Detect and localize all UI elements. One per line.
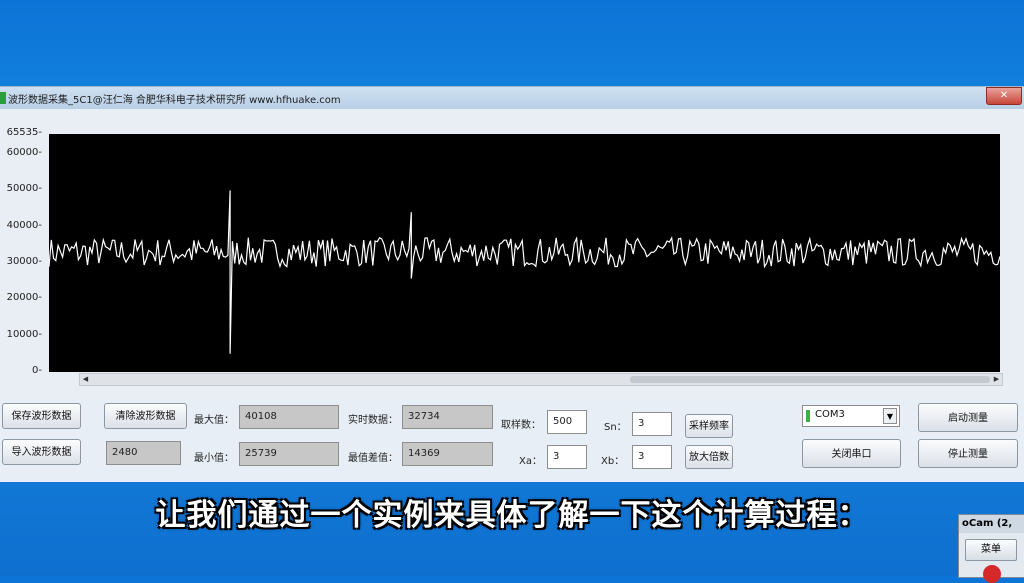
y-tick-label: 20000- [6,292,42,304]
y-tick-label: 30000- [6,256,42,268]
diff-value-field: 14369 [402,442,493,466]
com-port-value: COM3 [815,409,845,420]
close-port-button[interactable]: 关闭串口 [802,439,901,468]
y-tick-label: 65535- [6,127,42,138]
record-icon[interactable] [983,565,1001,583]
min-label: 最小值： [194,453,234,464]
y-tick-label: 50000- [6,183,42,195]
ocam-menu-button[interactable]: 菜单 [965,539,1017,561]
app-icon [0,92,6,104]
xa-input[interactable]: 3 [547,445,587,469]
scroll-thumb[interactable] [630,376,990,383]
sn-label: Sn： [604,422,627,433]
realtime-label: 实时数据： [348,415,398,426]
zoom-factor-button[interactable]: 放大倍数 [685,445,733,469]
y-tick-label: 10000- [6,328,42,340]
client-area: 65535- 60000- 50000- 40000- 30000- 20000- 1000… [0,109,1024,482]
xb-label: Xb： [601,456,625,467]
max-value-field: 40108 [239,405,339,429]
waveform-series-line [48,190,1001,354]
clear-waveform-button[interactable]: 清除波形数据 [104,403,187,429]
diff-label: 最值差值： [348,453,398,464]
waveform-chart [48,190,1001,354]
ocam-title: oCam (2, [959,515,1024,533]
max-label: 最大值： [194,415,234,426]
title-bar: 波形数据采集_5C1@汪仁海 合肥华科电子技术研究所 www.hfhuake.c… [0,87,1024,109]
count-display: 2480 [106,441,181,465]
port-status-led [806,410,810,422]
y-tick-label: 0- [32,365,42,376]
chart-panel: 65535- 60000- 50000- 40000- 30000- 20000- 1000… [0,109,1024,397]
realtime-value-field: 32734 [402,405,493,429]
window-title: 波形数据采集_5C1@汪仁海 合肥华科电子技术研究所 www.hfhuake.c… [8,95,341,106]
y-tick-label: 40000- [6,219,42,231]
sample-count-label: 取样数： [501,420,541,431]
xb-input[interactable]: 3 [632,445,672,469]
min-value-field: 25739 [239,442,339,466]
stop-measure-button[interactable]: 停止测量 [918,439,1018,468]
video-subtitle: 让我们通过一个实例来具体了解一下这个计算过程： [155,498,869,533]
xa-label: Xa： [519,456,542,467]
scroll-right-icon[interactable]: ▶ [991,374,1002,385]
close-button[interactable]: ✕ [986,87,1022,105]
y-tick-label: 60000- [6,147,42,159]
import-waveform-button[interactable]: 导入波形数据 [2,439,81,465]
scroll-left-icon[interactable]: ◀ [80,374,91,385]
save-waveform-button[interactable]: 保存波形数据 [2,403,81,429]
ocam-window: oCam (2, 菜单 [958,514,1024,583]
app-window: 波形数据采集_5C1@汪仁海 合肥华科电子技术研究所 www.hfhuake.c… [0,86,1024,482]
com-port-select[interactable]: COM3 ▼ [802,405,900,427]
horizontal-scrollbar[interactable]: ◀ ▶ [79,373,1003,386]
chevron-down-icon[interactable]: ▼ [883,408,897,424]
sample-count-input[interactable]: 500 [547,410,587,434]
sample-frequency-button[interactable]: 采样频率 [685,414,733,438]
start-measure-button[interactable]: 启动测量 [918,403,1018,432]
sn-input[interactable]: 3 [632,412,672,436]
plot-area [48,134,1001,372]
